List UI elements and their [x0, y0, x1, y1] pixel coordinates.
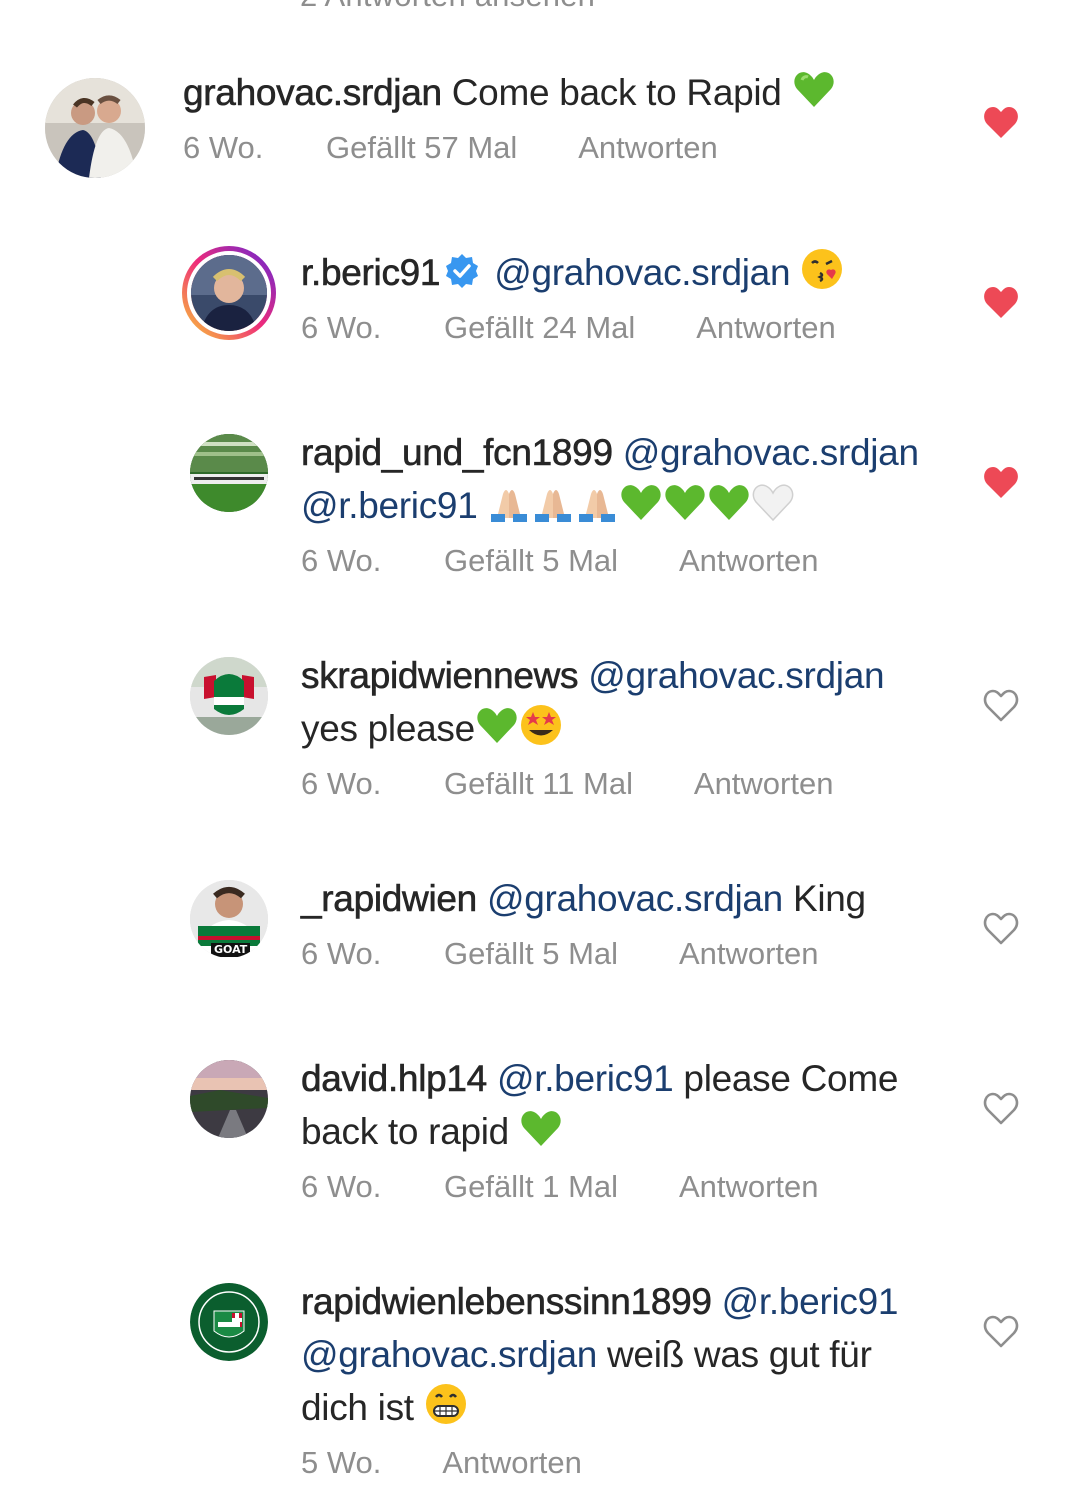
comment-body: grahovac.srdjan Come back to Rapid	[183, 66, 903, 119]
likes-count-link[interactable]: Gefällt 11 Mal	[444, 766, 633, 801]
comment-age: 6 Wo.	[301, 543, 382, 578]
reply-button[interactable]: Antworten	[694, 766, 834, 801]
heart-outline-icon[interactable]	[983, 1092, 1019, 1126]
white-heart-emoji	[751, 480, 795, 524]
avatar[interactable]: GOAT	[190, 880, 268, 958]
comment-username[interactable]: skrapidwiennews	[301, 655, 579, 697]
folded-hands-emoji	[487, 480, 531, 524]
green-heart-emoji	[663, 480, 707, 524]
star-struck-emoji	[519, 703, 563, 747]
likes-count-link[interactable]: Gefällt 5 Mal	[444, 936, 618, 971]
heart-outline-icon[interactable]	[983, 689, 1019, 723]
comment-mention[interactable]: @r.beric91	[301, 485, 478, 526]
reply-button[interactable]: Antworten	[442, 1445, 582, 1480]
comment-mention[interactable]: @grahovac.srdjan	[588, 655, 884, 696]
folded-hands-emoji	[531, 480, 575, 524]
comment-mention[interactable]: @grahovac.srdjan	[487, 878, 783, 919]
comment-body: rapid_und_fcn1899 @grahovac.srdjan @r.be…	[301, 426, 961, 532]
comment-age: 5 Wo.	[301, 1445, 382, 1480]
avatar[interactable]	[182, 246, 276, 340]
comment-age: 6 Wo.	[301, 1169, 382, 1204]
comment-meta: 6 Wo. Gefällt 5 Mal Antworten	[301, 543, 873, 579]
reply-button[interactable]: Antworten	[679, 1169, 819, 1204]
comment-age: 6 Wo.	[301, 766, 382, 801]
reply-button[interactable]: Antworten	[679, 936, 819, 971]
comment-body: david.hlp14 @r.beric91 please Come back …	[301, 1052, 941, 1158]
green-heart-emoji	[707, 480, 751, 524]
face-blowing-kiss-emoji	[800, 247, 844, 291]
heart-filled-icon[interactable]	[983, 466, 1019, 500]
comment-mention[interactable]: @grahovac.srdjan	[623, 432, 919, 473]
comment-body: r.beric91 @grahovac.srdjan	[301, 246, 981, 299]
heart-filled-icon[interactable]	[983, 286, 1019, 320]
folded-hands-emoji	[575, 480, 619, 524]
comment-age: 6 Wo.	[301, 310, 382, 345]
view-replies-link[interactable]: 2 Antworten ansehen	[300, 0, 595, 14]
comment-username[interactable]: rapidwienlebenssinn1899	[301, 1281, 713, 1323]
comment-meta: 6 Wo. Gefällt 5 Mal Antworten	[301, 936, 873, 972]
avatar[interactable]	[190, 1060, 268, 1138]
avatar[interactable]	[190, 657, 268, 735]
comment-age: 6 Wo.	[301, 936, 382, 971]
comment-age: 6 Wo.	[183, 130, 264, 165]
comment-text: Come back to Rapid	[451, 72, 782, 113]
comment-text: yes please	[301, 708, 475, 749]
comment-username[interactable]: rapid_und_fcn1899	[301, 432, 614, 474]
green-heart-emoji	[519, 1106, 563, 1150]
avatar-badge: GOAT	[211, 943, 251, 957]
likes-count-link[interactable]: Gefällt 24 Mal	[444, 310, 635, 345]
comment-mention[interactable]: @r.beric91	[722, 1281, 899, 1322]
comment-meta: 5 Wo. Antworten	[301, 1445, 636, 1481]
comment-username[interactable]: david.hlp14	[301, 1058, 488, 1100]
avatar[interactable]	[190, 1283, 268, 1361]
green-heart-emoji	[619, 480, 663, 524]
comment-meta: 6 Wo. Gefällt 24 Mal Antworten	[301, 310, 890, 346]
comment-body: _rapidwien @grahovac.srdjan King	[301, 872, 961, 925]
comment-text: King	[792, 878, 866, 919]
reply-button[interactable]: Antworten	[679, 543, 819, 578]
comment-mention[interactable]: @r.beric91	[497, 1058, 674, 1099]
comment-username[interactable]: _rapidwien	[301, 878, 478, 920]
comment-mention[interactable]: @grahovac.srdjan	[494, 252, 790, 293]
reply-button[interactable]: Antworten	[578, 130, 718, 165]
comment-body: skrapidwiennews @grahovac.srdjan yes ple…	[301, 649, 941, 755]
comment-body: rapidwienlebenssinn1899 @r.beric91 @grah…	[301, 1275, 941, 1434]
avatar[interactable]	[190, 434, 268, 512]
likes-count-link[interactable]: Gefällt 57 Mal	[326, 130, 517, 165]
grinning-face-emoji	[424, 1382, 468, 1426]
comment-meta: 6 Wo. Gefällt 57 Mal Antworten	[183, 130, 772, 166]
comment-mention[interactable]: @grahovac.srdjan	[301, 1334, 597, 1375]
comment-username[interactable]: grahovac.srdjan	[183, 72, 443, 114]
green-heart-emoji	[792, 67, 836, 111]
comment-meta: 6 Wo. Gefällt 1 Mal Antworten	[301, 1169, 873, 1205]
comment-username[interactable]: r.beric91	[301, 252, 441, 294]
reply-button[interactable]: Antworten	[696, 310, 836, 345]
likes-count-link[interactable]: Gefällt 5 Mal	[444, 543, 618, 578]
green-heart-emoji	[475, 703, 519, 747]
heart-outline-icon[interactable]	[983, 912, 1019, 946]
avatar[interactable]	[45, 78, 145, 178]
verified-badge-icon	[444, 250, 480, 288]
heart-outline-icon[interactable]	[983, 1315, 1019, 1349]
likes-count-link[interactable]: Gefällt 1 Mal	[444, 1169, 618, 1204]
comment-meta: 6 Wo. Gefällt 11 Mal Antworten	[301, 766, 887, 802]
heart-filled-icon[interactable]	[983, 106, 1019, 140]
